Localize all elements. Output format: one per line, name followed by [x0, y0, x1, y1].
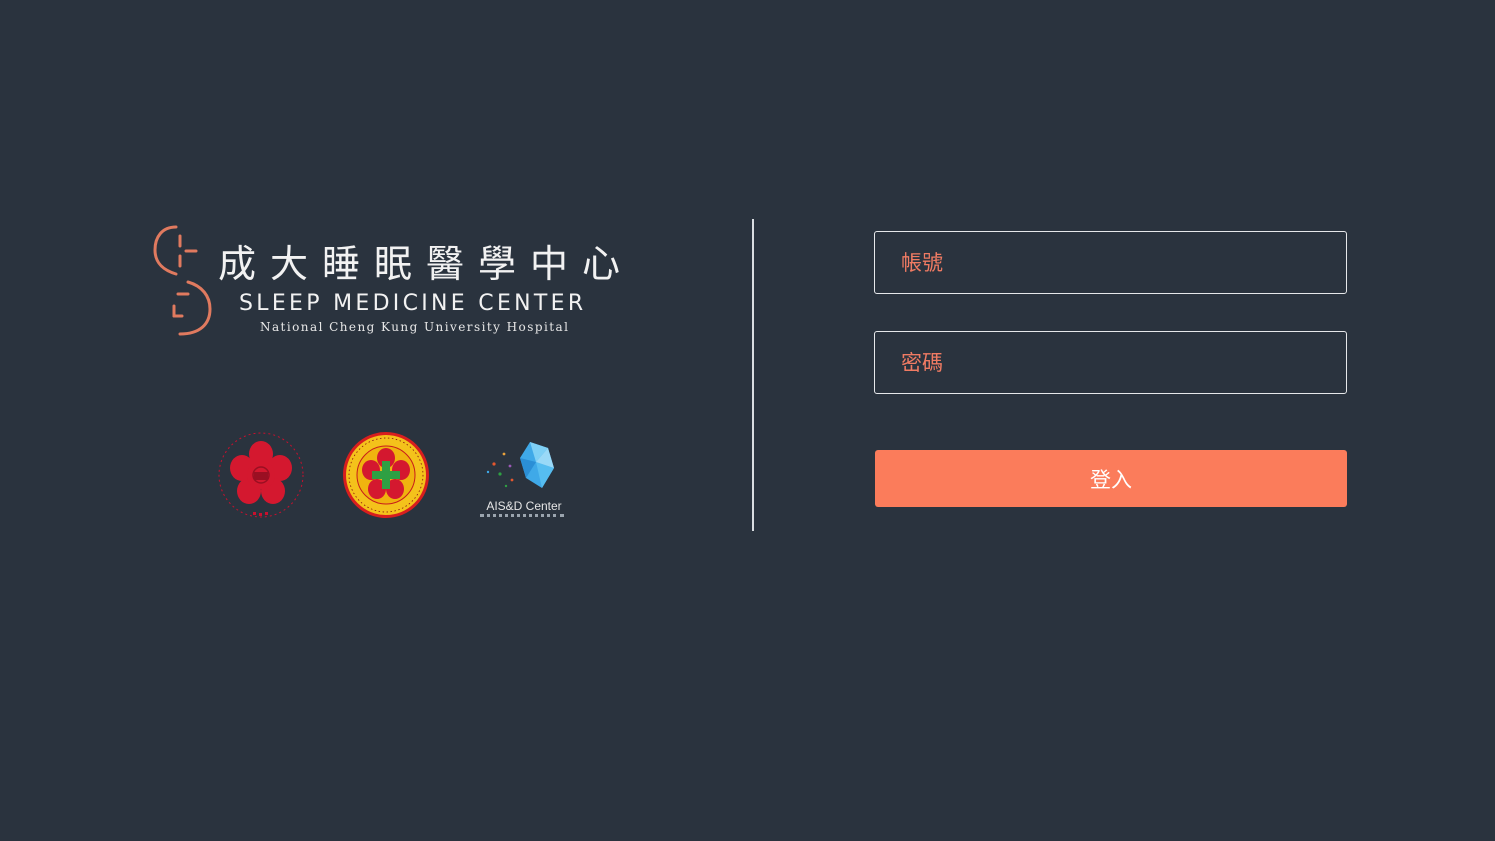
sleep-s-logo-icon — [153, 225, 212, 336]
partner-logos: AIS&D Center — [214, 428, 574, 524]
account-input[interactable] — [874, 231, 1347, 294]
aisd-center-logo-icon — [486, 442, 554, 488]
brand-name-en: SLEEP MEDICINE CENTER — [239, 291, 587, 316]
aisd-center-logo: AIS&D Center — [476, 428, 572, 524]
brand-name-zh: 成大睡眠醫學中心 — [218, 242, 635, 286]
aisd-center-label: AIS&D Center — [486, 499, 562, 513]
ncku-emblem-icon — [218, 432, 304, 518]
login-button[interactable]: 登入 — [875, 450, 1347, 507]
brand-subtitle: National Cheng Kung University Hospital — [260, 320, 570, 334]
brand-logo: 成大睡眠醫學中心 SLEEP MEDICINE CENTER National … — [150, 222, 640, 342]
ncku-hospital-emblem-icon — [343, 432, 429, 518]
aisd-center-subline — [480, 514, 564, 520]
password-input[interactable] — [874, 331, 1347, 394]
vertical-divider — [752, 219, 754, 531]
login-page: 成大睡眠醫學中心 SLEEP MEDICINE CENTER National … — [0, 0, 1495, 841]
